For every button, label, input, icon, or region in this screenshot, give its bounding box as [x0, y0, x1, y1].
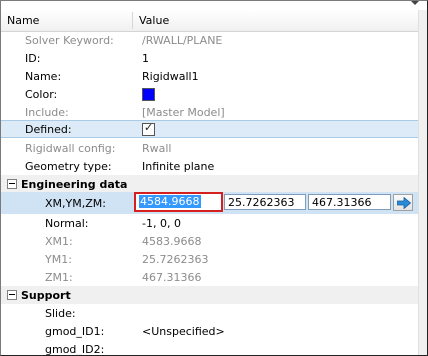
row-id[interactable]: ID: 1	[1, 49, 419, 67]
row-slide[interactable]: Slide:	[1, 304, 419, 322]
name-column-header[interactable]: Name	[7, 14, 39, 27]
ym-input[interactable]: 25.7262363	[224, 194, 306, 210]
row-label: gmod_ID2:	[45, 343, 105, 356]
row-value: <Unspecified>	[142, 325, 225, 338]
row-label: Geometry type:	[25, 160, 112, 173]
row-name[interactable]: Name: Rigidwall1	[1, 67, 419, 85]
row-label: Name:	[25, 70, 62, 83]
row-label: Color:	[25, 88, 58, 101]
defined-checkbox[interactable]: ✓	[142, 121, 155, 136]
row-xm1[interactable]: XM1: 4583.9668	[1, 232, 419, 250]
row-label: YM1:	[45, 253, 72, 266]
collapse-minus-icon[interactable]	[7, 179, 17, 189]
row-value: Rwall	[142, 142, 172, 155]
row-label: Slide:	[45, 307, 76, 320]
section-support[interactable]: Support	[1, 286, 419, 304]
row-rigidwall-config[interactable]: Rigidwall config: Rwall	[1, 139, 419, 157]
row-label: Include:	[25, 106, 69, 119]
row-label: XM1:	[45, 235, 73, 248]
xm-input[interactable]: 4584.9668	[134, 192, 223, 212]
property-panel: Name Value Solver Keyword: /RWALL/PLANE …	[0, 0, 428, 356]
row-geometry-type[interactable]: Geometry type: Infinite plane	[1, 157, 419, 175]
zm-input[interactable]: 467.31366	[308, 194, 391, 210]
row-label: ID:	[25, 52, 41, 65]
row-value: -1, 0, 0	[142, 217, 181, 230]
row-label: Rigidwall config:	[25, 142, 116, 155]
section-engineering-data[interactable]: Engineering data	[1, 175, 419, 193]
row-solver-keyword[interactable]: Solver Keyword: /RWALL/PLANE	[1, 31, 419, 49]
pick-node-button[interactable]	[393, 194, 413, 211]
color-swatch[interactable]	[142, 88, 155, 101]
row-value: /RWALL/PLANE	[142, 34, 223, 47]
row-value: 1	[142, 52, 149, 65]
row-label: ZM1:	[45, 271, 73, 284]
row-value: 467.31366	[142, 271, 202, 284]
row-value: 4583.9668	[142, 235, 202, 248]
checkmark-icon: ✓	[144, 121, 154, 134]
row-label: Solver Keyword:	[25, 34, 114, 47]
row-defined[interactable]: Defined: ✓	[1, 120, 419, 138]
blue-arrow-icon	[397, 197, 411, 209]
row-ym1[interactable]: YM1: 25.7262363	[1, 250, 419, 268]
row-label: gmod_ID1:	[45, 325, 105, 338]
row-label: XM,YM,ZM:	[45, 197, 106, 210]
row-normal[interactable]: Normal: -1, 0, 0	[1, 214, 419, 232]
column-header: Name Value	[1, 10, 419, 32]
section-title: Engineering data	[21, 178, 128, 191]
row-value: Rigidwall1	[142, 70, 199, 83]
scroll-up-arrow-icon[interactable]	[411, 1, 419, 5]
row-gmod-id2[interactable]: gmod_ID2:	[1, 340, 419, 356]
row-value: 25.7262363	[142, 253, 209, 266]
row-zm1[interactable]: ZM1: 467.31366	[1, 268, 419, 286]
row-gmod-id1[interactable]: gmod_ID1: <Unspecified>	[1, 322, 419, 340]
vertical-scrollbar[interactable]	[418, 10, 427, 355]
xm-selected-text: 4584.9668	[139, 195, 201, 208]
column-separator[interactable]	[132, 12, 133, 29]
section-title: Support	[21, 289, 71, 302]
row-color[interactable]: Color:	[1, 85, 419, 103]
value-column-header[interactable]: Value	[139, 14, 169, 27]
row-value: [Master Model]	[142, 106, 225, 119]
collapse-minus-icon[interactable]	[7, 290, 17, 300]
row-label: Defined:	[25, 123, 72, 136]
row-include[interactable]: Include: [Master Model]	[1, 103, 419, 121]
row-value: Infinite plane	[142, 160, 215, 173]
row-label: Normal:	[45, 217, 89, 230]
row-xm-ym-zm[interactable]: XM,YM,ZM: 4584.9668 25.7262363 467.31366	[1, 192, 419, 214]
